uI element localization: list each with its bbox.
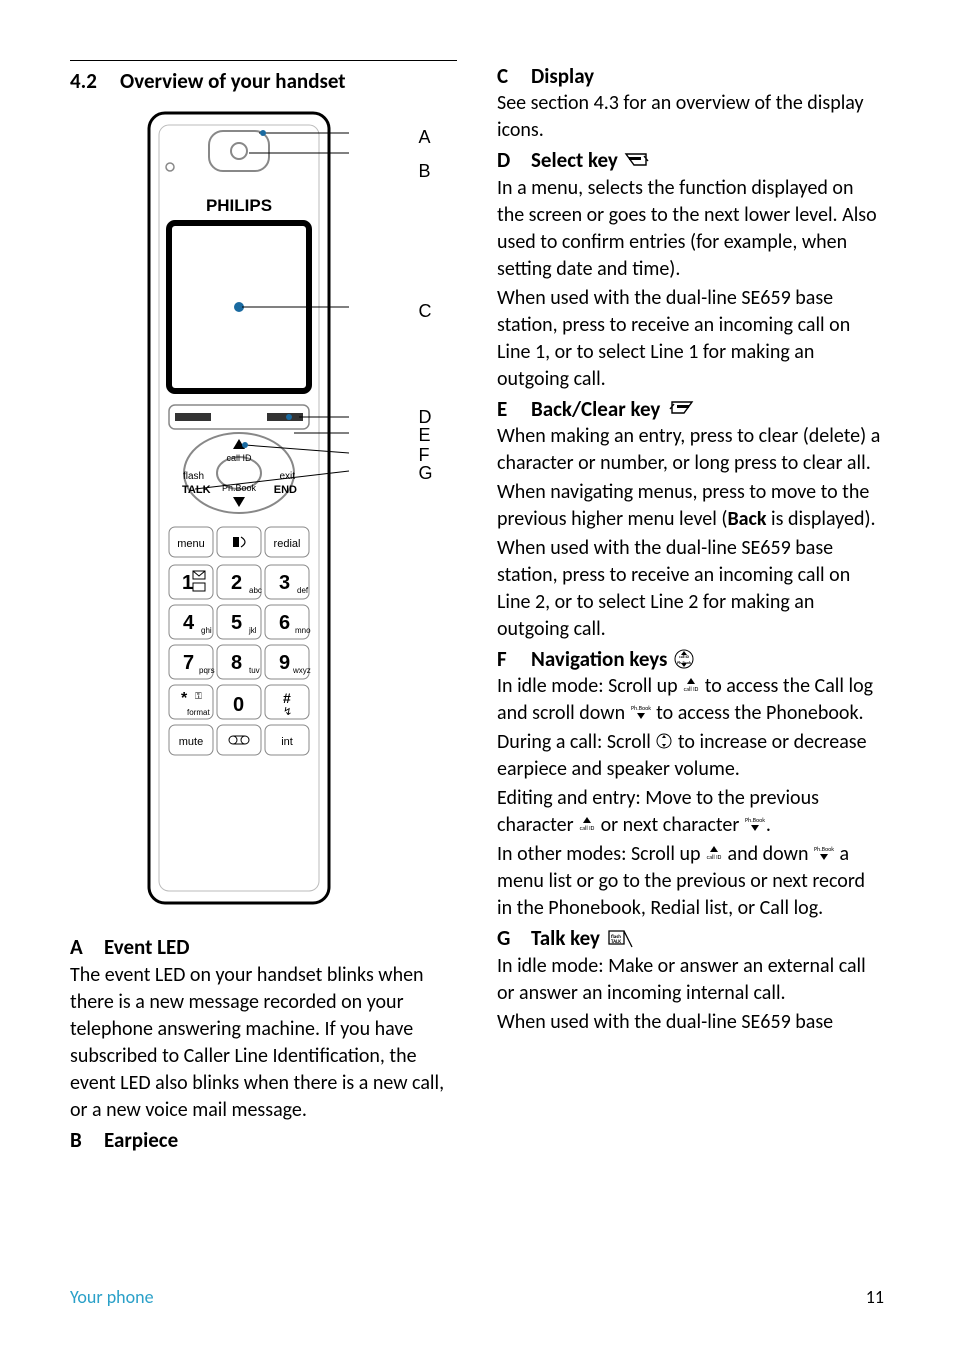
svg-text:#: # [283,690,291,706]
svg-text:8: 8 [231,652,242,674]
section-title: Overview of your handset [120,67,346,95]
footer-section: Your phone [70,1286,154,1308]
svg-text:↯: ↯ [283,706,292,718]
item-e-title: Back/Clear key [531,395,660,423]
item-g-letter: G [497,924,531,952]
svg-text:ghi: ghi [201,626,212,635]
item-d-title: Select key [531,146,618,174]
item-g-p2: When used with the dual-line SE659 base [497,1009,884,1036]
item-e-head: E Back/Clear key [497,395,884,423]
callout-c: C [419,299,432,323]
svg-text:⚿: ⚿ [195,691,202,701]
item-g-title: Talk key [531,924,600,952]
callout-a: A [419,125,431,149]
svg-text:2: 2 [231,572,242,594]
svg-text:Ph.Book: Ph.Book [221,483,256,493]
item-d-letter: D [497,146,531,174]
item-a-text: The event LED on your handset blinks whe… [70,962,457,1124]
item-f-head: F Navigation keys call IDPh.Book [497,645,884,673]
item-b-head: B Earpiece [70,1126,457,1154]
svg-text:END: END [273,484,296,496]
svg-text:tuv: tuv [249,666,260,675]
item-f-title: Navigation keys [531,645,667,673]
callout-g: G [419,461,433,485]
section-heading: 4.2 Overview of your handset [70,60,457,95]
scroll-up-icon: call ID [682,676,700,694]
svg-text:format: format [187,708,210,717]
svg-text:call ID: call ID [707,853,722,861]
item-c-title: Display [531,62,594,90]
item-g-p1: In idle mode: Make or answer an external… [497,953,884,1007]
item-b-title: Earpiece [104,1126,178,1154]
item-b-letter: B [70,1126,104,1154]
svg-text:redial: redial [273,538,300,550]
item-d-p1: In a menu, selects the function displaye… [497,175,884,283]
svg-text:0: 0 [233,694,244,716]
item-f-p2: During a call: Scroll to increase or dec… [497,729,884,783]
nav-keys-icon: call IDPh.Book [673,648,695,670]
svg-text:Ph.Book: Ph.Book [678,661,692,666]
svg-text:TALK: TALK [611,939,621,945]
svg-text:Ph.Book: Ph.Book [745,816,765,824]
back-clear-key-icon [666,399,694,419]
item-a-letter: A [70,933,104,961]
scroll-up-icon-2: call ID [578,815,596,833]
svg-text:mute: mute [178,736,202,748]
item-f-p4: In other modes: Scroll up call ID and do… [497,841,884,922]
svg-text:wxyz: wxyz [292,666,311,675]
item-a-head: A Event LED [70,933,457,961]
svg-text:*: * [181,690,188,707]
footer-page-number: 11 [866,1286,884,1308]
svg-text:1: 1 [182,572,193,594]
item-e-p1: When making an entry, press to clear (de… [497,423,884,477]
svg-text:call ID: call ID [226,453,252,463]
item-f-letter: F [497,645,531,673]
svg-text:mno: mno [295,626,311,635]
item-a-title: Event LED [104,933,189,961]
item-f-p1: In idle mode: Scroll up call ID to acces… [497,673,884,727]
select-key-icon [624,151,652,171]
item-c-text: See section 4.3 for an overview of the d… [497,90,884,144]
item-d-head: D Select key [497,146,884,174]
svg-text:call ID: call ID [684,685,699,693]
handset-illustration: PHILIPS call ID Ph.Book flash [99,103,429,923]
svg-text:exit: exit [279,471,295,482]
brand-text: PHILIPS [205,196,271,215]
svg-text:pqrs: pqrs [199,666,215,675]
item-f-p3: Editing and entry: Move to the previous … [497,785,884,839]
svg-text:abc: abc [249,586,262,595]
svg-text:int: int [281,736,293,748]
item-c-head: C Display [497,62,884,90]
scroll-down-icon-3: Ph.Book [813,844,835,862]
item-d-p2: When used with the dual-line SE659 base … [497,285,884,393]
item-c-letter: C [497,62,531,90]
svg-text:9: 9 [279,652,290,674]
nav-ring-icon [655,732,673,750]
item-e-letter: E [497,395,531,423]
section-number: 4.2 [70,67,120,95]
svg-text:def: def [297,586,309,595]
svg-text:3: 3 [279,572,290,594]
item-g-head: G Talk key flashTALK [497,924,884,952]
svg-text:TALK: TALK [182,484,211,496]
scroll-down-icon-2: Ph.Book [744,815,766,833]
svg-text:jkl: jkl [248,626,257,635]
svg-text:Ph.Book: Ph.Book [814,845,834,853]
svg-text:menu: menu [177,538,205,550]
scroll-up-icon-3: call ID [705,844,723,862]
callout-b: B [419,159,431,183]
svg-text:6: 6 [279,612,290,634]
talk-key-icon: flashTALK [606,928,634,950]
page-footer: Your phone 11 [70,1286,884,1308]
svg-text:7: 7 [183,652,194,674]
svg-text:5: 5 [231,612,242,634]
item-e-p3: When used with the dual-line SE659 base … [497,535,884,643]
svg-text:call ID: call ID [580,824,595,832]
scroll-down-icon: Ph.Book [630,703,652,721]
svg-text:4: 4 [183,612,195,634]
svg-text:Ph.Book: Ph.Book [631,704,651,712]
svg-text:call ID: call ID [679,655,690,660]
svg-text:flash: flash [183,471,204,482]
item-e-p2: When navigating menus, press to move to … [497,479,884,533]
